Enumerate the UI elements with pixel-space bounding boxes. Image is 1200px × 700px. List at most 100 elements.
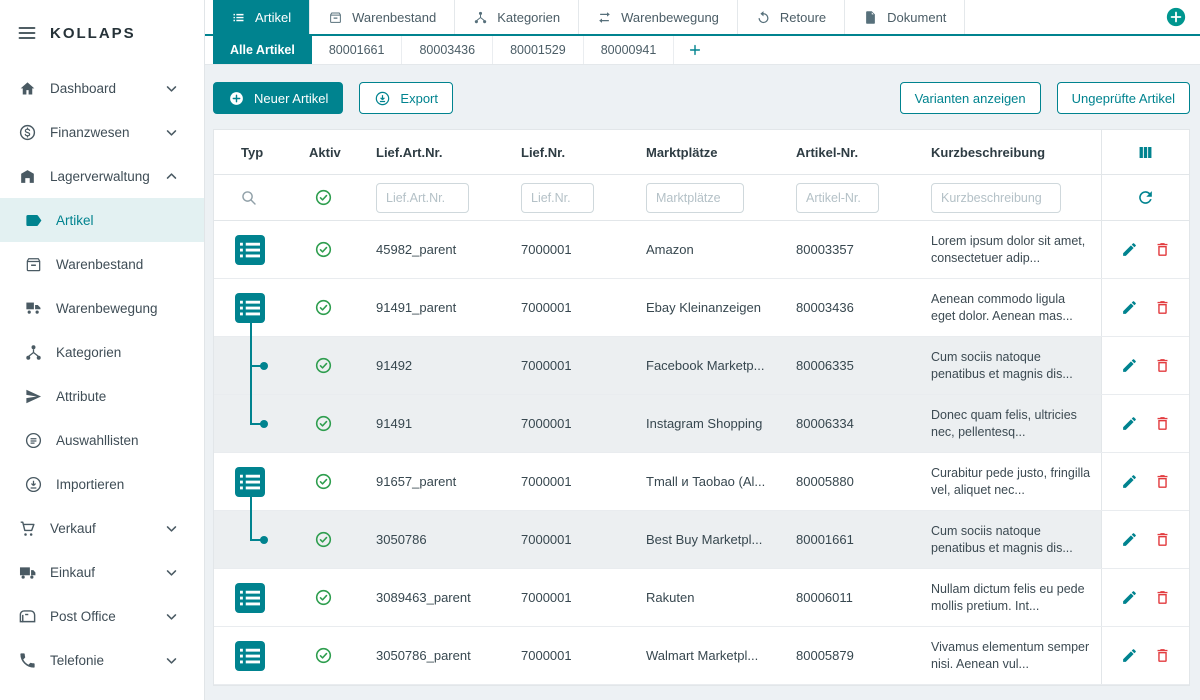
lief-art-nr-filter-input[interactable]: [376, 183, 469, 213]
search-icon[interactable]: [239, 188, 258, 207]
cart-icon: [18, 519, 37, 538]
sidebar-item-finanzwesen[interactable]: Finanzwesen: [0, 110, 204, 154]
export-button[interactable]: Export: [359, 82, 453, 114]
lief-art-nr-cell: 3050786: [364, 511, 509, 568]
movement-icon: [24, 299, 43, 318]
active-icon[interactable]: [314, 530, 333, 549]
article-tabs: Alle Artikel8000166180003436800015298000…: [213, 36, 674, 64]
show-variants-button[interactable]: Varianten anzeigen: [900, 82, 1041, 114]
tab-warenbestand[interactable]: Warenbestand: [310, 0, 455, 34]
article-type-icon[interactable]: [235, 235, 265, 265]
delete-icon[interactable]: [1154, 589, 1171, 606]
edit-icon[interactable]: [1121, 531, 1138, 548]
unchecked-articles-button[interactable]: Ungeprüfte Artikel: [1057, 82, 1190, 114]
kurzbeschreibung-cell: Vivamus elementum semper nisi. Aenean vu…: [919, 627, 1101, 684]
edit-icon[interactable]: [1121, 357, 1138, 374]
articles-table: Typ Aktiv Lief.Art.Nr. Lief.Nr. Marktplä…: [213, 129, 1190, 686]
edit-icon[interactable]: [1121, 241, 1138, 258]
sidebar-item-attribute[interactable]: Attribute: [0, 374, 204, 418]
sidebar-item-label: Importieren: [56, 477, 124, 492]
article-type-icon[interactable]: [235, 583, 265, 613]
aktiv-cell: [299, 395, 364, 452]
table-row: 45982_parent7000001Amazon80003357Lorem i…: [214, 221, 1189, 279]
active-icon[interactable]: [314, 588, 333, 607]
sidebar-item-verkauf[interactable]: Verkauf: [0, 506, 204, 550]
export-icon: [374, 90, 391, 107]
article-tab-80001529[interactable]: 80001529: [493, 36, 584, 64]
new-article-button[interactable]: Neuer Artikel: [213, 82, 343, 114]
article-type-icon[interactable]: [235, 293, 265, 323]
delete-icon[interactable]: [1154, 531, 1171, 548]
edit-icon[interactable]: [1121, 589, 1138, 606]
active-icon[interactable]: [314, 646, 333, 665]
sidebar-item-warenbewegung[interactable]: Warenbewegung: [0, 286, 204, 330]
tab-dokument[interactable]: Dokument: [845, 0, 965, 34]
tree-connector: [250, 323, 252, 337]
active-icon[interactable]: [314, 356, 333, 375]
delete-icon[interactable]: [1154, 415, 1171, 432]
tab-kategorien[interactable]: Kategorien: [455, 0, 579, 34]
marktplatz-cell: Rakuten: [634, 569, 784, 626]
sidebar-item-lagerverwaltung[interactable]: Lagerverwaltung: [0, 154, 204, 198]
menu-icon[interactable]: [17, 23, 37, 43]
kurzbeschreibung-filter-input[interactable]: [931, 183, 1061, 213]
app-logo: KOLLAPS: [50, 25, 136, 42]
table-row: 3089463_parent7000001Rakuten80006011Null…: [214, 569, 1189, 627]
table-row: 914927000001Facebook Marketp...80006335C…: [214, 337, 1189, 395]
sidebar-item-importieren[interactable]: Importieren: [0, 462, 204, 506]
sidebar-item-label: Warenbestand: [56, 257, 143, 272]
sidebar-item-auswahllisten[interactable]: Auswahllisten: [0, 418, 204, 462]
sidebar-item-dashboard[interactable]: Dashboard: [0, 66, 204, 110]
article-type-icon[interactable]: [235, 467, 265, 497]
edit-icon[interactable]: [1121, 299, 1138, 316]
edit-icon[interactable]: [1121, 647, 1138, 664]
article-type-icon[interactable]: [235, 641, 265, 671]
article-tab-alle-artikel[interactable]: Alle Artikel: [213, 36, 312, 64]
header-kurzbeschreibung: Kurzbeschreibung: [919, 130, 1101, 174]
edit-icon[interactable]: [1121, 415, 1138, 432]
active-icon[interactable]: [314, 298, 333, 317]
active-filter-icon[interactable]: [314, 188, 333, 207]
tab-artikel[interactable]: Artikel: [213, 0, 310, 34]
marktplaetze-filter-input[interactable]: [646, 183, 744, 213]
refresh-icon[interactable]: [1136, 188, 1155, 207]
delete-icon[interactable]: [1154, 299, 1171, 316]
sidebar-item-post-office[interactable]: Post Office: [0, 594, 204, 638]
tab-label: Warenbewegung: [621, 10, 719, 25]
tab-warenbewegung[interactable]: Warenbewegung: [579, 0, 738, 34]
delete-icon[interactable]: [1154, 357, 1171, 374]
article-tab-80000941[interactable]: 80000941: [584, 36, 675, 64]
tab-label: Dokument: [887, 10, 946, 25]
module-tabs: ArtikelWarenbestandKategorien Warenbewegu…: [213, 0, 965, 34]
article-tab-80003436[interactable]: 80003436: [402, 36, 493, 64]
header-aktiv: Aktiv: [299, 130, 364, 174]
lief-nr-filter-input[interactable]: [521, 183, 594, 213]
columns-icon[interactable]: [1136, 143, 1155, 162]
tag-icon: [24, 211, 43, 230]
sidebar-item-telefonie[interactable]: Telefonie: [0, 638, 204, 682]
sidebar-item-label: Telefonie: [50, 653, 104, 668]
add-module-tab-button[interactable]: [1165, 6, 1187, 28]
add-article-tab-button[interactable]: [674, 36, 716, 64]
artikel-nr-cell: 80006334: [784, 395, 919, 452]
delete-icon[interactable]: [1154, 241, 1171, 258]
sidebar-item-kategorien[interactable]: Kategorien: [0, 330, 204, 374]
active-icon[interactable]: [314, 472, 333, 491]
sidebar-item-label: Kategorien: [56, 345, 121, 360]
marktplatz-cell: Tmall и Taobao (Al...: [634, 453, 784, 510]
chevron-down-icon: [162, 607, 181, 626]
edit-icon[interactable]: [1121, 473, 1138, 490]
delete-icon[interactable]: [1154, 473, 1171, 490]
active-icon[interactable]: [314, 414, 333, 433]
sidebar-item-warenbestand[interactable]: Warenbestand: [0, 242, 204, 286]
sidebar-item-artikel[interactable]: Artikel: [0, 198, 204, 242]
artikel-nr-filter-input[interactable]: [796, 183, 879, 213]
delete-icon[interactable]: [1154, 647, 1171, 664]
article-tab-80001661[interactable]: 80001661: [312, 36, 403, 64]
tree-connector: [250, 394, 252, 424]
tab-retoure[interactable]: Retoure: [738, 0, 845, 34]
active-icon[interactable]: [314, 240, 333, 259]
tree-connector: [250, 497, 252, 511]
sidebar-item-einkauf[interactable]: Einkauf: [0, 550, 204, 594]
table-row: 914917000001Instagram Shopping80006334Do…: [214, 395, 1189, 453]
